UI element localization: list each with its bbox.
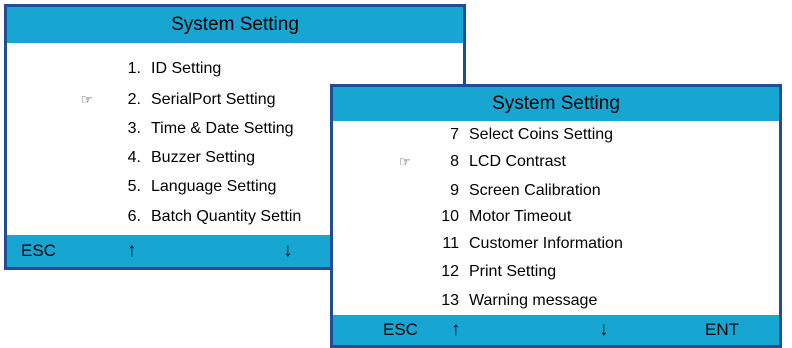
menu-item-label: Time & Date Setting	[151, 120, 294, 137]
menu-item-label: Batch Quantity Settin	[151, 208, 302, 225]
menu-item-id-setting[interactable]: 1. ID Setting	[7, 55, 222, 83]
menu-item-serialport-setting[interactable]: 2. SerialPort Setting	[7, 86, 276, 114]
menu-item-number: 1.	[127, 60, 141, 77]
esc-button[interactable]: ESC	[21, 235, 56, 267]
menu-item-number: 13	[441, 292, 459, 309]
menu-item-label: ID Setting	[151, 60, 222, 77]
arrow-down-icon[interactable]: ↓	[283, 235, 293, 267]
menu-item-motor-timeout[interactable]: 10 Motor Timeout	[333, 203, 571, 231]
menu-item-label: Buzzer Setting	[151, 149, 256, 166]
menu-item-buzzer-setting[interactable]: 4. Buzzer Setting	[7, 144, 255, 172]
menu-list: 7 Select Coins Setting ☞ 8 LCD Contrast 9S…	[333, 121, 779, 315]
esc-button[interactable]: ESC	[383, 315, 418, 345]
menu-item-lcd-contrast[interactable]: 8 LCD Contrast	[333, 148, 566, 176]
menu-item-number: 4.	[127, 149, 141, 166]
ent-button[interactable]: ENT	[705, 315, 739, 345]
menu-item-number: 7	[450, 126, 459, 143]
menu-item-warning-message[interactable]: 13 Warning message	[333, 287, 597, 315]
menu-item-number: 9	[450, 182, 459, 199]
menu-item-number: 8	[450, 153, 459, 170]
menu-item-number: 5.	[127, 178, 141, 195]
menu-item-number: 2.	[127, 91, 141, 108]
menu-item-label: LCD Contrast	[469, 153, 566, 170]
menu-item-batch-quantity-setting[interactable]: 6. Batch Quantity Settin	[7, 203, 302, 231]
menu-item-label: Language Setting	[151, 178, 277, 195]
menu-item-label: Screen Calibration	[469, 182, 601, 199]
menu-item-label: Print Setting	[469, 263, 557, 280]
menu-item-number: 6.	[127, 208, 141, 225]
arrow-up-icon[interactable]: ↑	[127, 235, 137, 267]
softkey-bar: ESC ↑ ↓ ENT	[333, 315, 779, 345]
menu-item-number: 12	[441, 263, 459, 280]
menu-item-number: 10	[441, 208, 459, 225]
menu-item-customer-information[interactable]: 11 Customer Information	[333, 230, 623, 258]
menu-item-label: Select Coins Setting	[469, 126, 614, 143]
system-setting-screen-page-2: System Setting 7 Select Coins Setting ☞ 8…	[330, 84, 782, 348]
menu-item-time-date-setting[interactable]: 3. Time & Date Setting	[7, 115, 294, 143]
arrow-down-icon[interactable]: ↓	[599, 315, 609, 345]
menu-item-screen-calibration[interactable]: 9 Screen Calibration	[333, 177, 601, 205]
menu-item-select-coins-setting[interactable]: 7 Select Coins Setting	[333, 121, 613, 149]
menu-item-number: 11	[442, 235, 459, 252]
menu-item-label: Motor Timeout	[469, 208, 572, 225]
arrow-up-icon[interactable]: ↑	[451, 315, 461, 345]
menu-item-number: 3.	[127, 120, 141, 137]
menu-item-language-setting[interactable]: 5. Language Setting	[7, 173, 277, 201]
screen-title: System Setting	[7, 7, 463, 43]
menu-item-print-setting[interactable]: 12 Print Setting	[333, 258, 556, 286]
screen-title: System Setting	[333, 87, 779, 121]
menu-item-label: Customer Information	[469, 235, 623, 252]
menu-item-label: SerialPort Setting	[151, 91, 276, 108]
menu-item-label: Warning message	[469, 292, 598, 309]
